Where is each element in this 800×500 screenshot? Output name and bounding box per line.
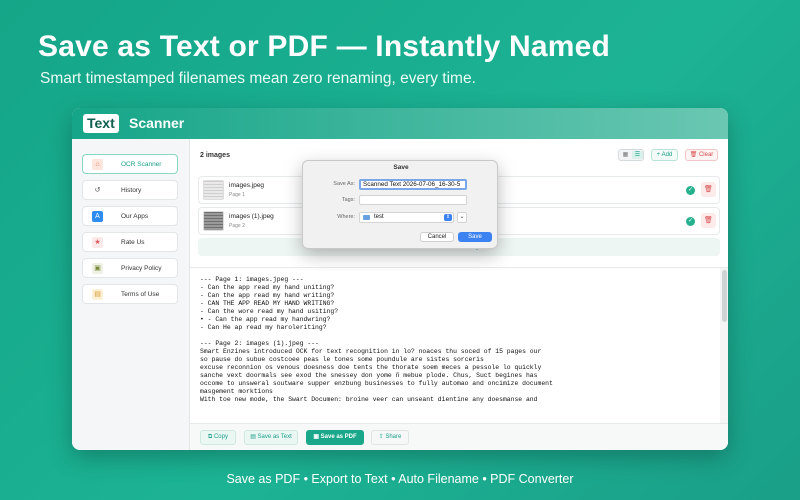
save-as-text-button[interactable]: ▤ Save as Text [244, 430, 298, 445]
dialog-title: Save [393, 164, 409, 171]
save-as-pdf-label: Save as PDF [320, 434, 357, 440]
cancel-button[interactable]: Cancel [420, 232, 454, 242]
copy-button[interactable]: ⧉ Copy [200, 430, 236, 445]
where-value: test [374, 214, 384, 220]
sidebar-item-privacy-policy[interactable]: ▣ Privacy Policy [82, 258, 178, 278]
app-header: Text Scanner [72, 108, 728, 139]
scrollbar-thumb[interactable] [722, 270, 727, 322]
history-icon: ↺ [94, 187, 101, 194]
app-logo-word: Scanner [129, 115, 185, 131]
sidebar-item-label: Privacy Policy [121, 265, 162, 272]
trash-icon[interactable]: 🗑 [701, 213, 716, 228]
sidebar-item-label: Terms of Use [121, 291, 160, 298]
sidebar-item-terms-of-use[interactable]: ▤ Terms of Use [82, 284, 178, 304]
save-button[interactable]: Save [458, 232, 492, 242]
sidebar-item-rate-us[interactable]: ★ Rate Us [82, 232, 178, 252]
sidebar-item-ocr-scanner[interactable]: ⌂ OCR Scanner [82, 154, 178, 174]
list-view-icon[interactable]: ☰ [632, 151, 643, 159]
lock-icon: ▣ [92, 263, 103, 274]
image-page: Page 2 [229, 223, 245, 229]
document-icon: ▤ [92, 289, 103, 300]
promo-footer: Save as PDF • Export to Text • Auto File… [226, 472, 574, 486]
sidebar-item-our-apps[interactable]: A Our Apps [82, 206, 178, 226]
action-bar: ⧉ Copy ▤ Save as Text ▣ Save as PDF ⇪ Sh… [190, 423, 728, 450]
copy-label: Copy [213, 434, 228, 440]
check-icon: ✓ [686, 217, 695, 226]
save-as-text-label: Save as Text [257, 434, 292, 440]
image-name: images (1).jpeg [229, 213, 274, 220]
chevron-updown-icon: ⇕ [444, 214, 452, 221]
app-logo: Text [83, 114, 119, 133]
ocr-text: --- Page 1: images.jpeg --- - Can the ap… [200, 276, 553, 403]
promo-headline: Save as Text or PDF — Instantly Named [38, 30, 611, 63]
add-button[interactable]: + Add [651, 149, 678, 161]
grid-view-icon[interactable]: ▦ [620, 151, 631, 159]
image-thumbnail [203, 211, 224, 231]
sidebar: ⌂ OCR Scanner ↺ History A Our Apps ★ Rat… [72, 139, 190, 450]
filename-field[interactable]: Scanned Text 2026-07-06_16-30-5 [359, 179, 467, 190]
expand-button[interactable]: ⌄ [457, 212, 467, 223]
ocr-text-area[interactable]: --- Page 1: images.jpeg --- - Can the ap… [190, 267, 728, 424]
sidebar-item-label: Rate Us [121, 239, 145, 246]
trash-icon[interactable]: 🗑 [701, 182, 716, 197]
save-as-pdf-button[interactable]: ▣ Save as PDF [306, 430, 364, 445]
clear-button[interactable]: 🗑 Clear [685, 149, 718, 161]
tags-field[interactable] [359, 195, 467, 205]
star-icon: ★ [92, 237, 103, 248]
tags-label: Tags: [341, 197, 355, 203]
app-store-icon: A [92, 211, 103, 222]
view-toggle: ▦ ☰ [618, 149, 644, 161]
save-dialog: Save Save As: Scanned Text 2026-07-06_16… [302, 160, 498, 249]
share-label: Share [385, 434, 402, 440]
image-count: 2 images [200, 152, 230, 159]
image-thumbnail [203, 180, 224, 200]
image-name: images.jpeg [229, 182, 265, 189]
image-page: Page 1 [229, 192, 245, 198]
sidebar-item-label: History [121, 187, 142, 194]
share-button[interactable]: ⇪ Share [371, 430, 409, 445]
sidebar-item-history[interactable]: ↺ History [82, 180, 178, 200]
sidebar-item-label: Our Apps [121, 213, 149, 220]
scanner-icon: ⌂ [92, 159, 103, 170]
check-icon: ✓ [686, 186, 695, 195]
scrollbar[interactable] [720, 268, 728, 424]
sidebar-item-label: OCR Scanner [121, 161, 162, 168]
where-select[interactable]: test ⇕ [359, 212, 454, 223]
save-as-label: Save As: [333, 181, 355, 187]
promo-subheadline: Smart timestamped filenames mean zero re… [40, 70, 476, 87]
folder-icon [363, 215, 370, 220]
where-label: Where: [337, 214, 355, 220]
